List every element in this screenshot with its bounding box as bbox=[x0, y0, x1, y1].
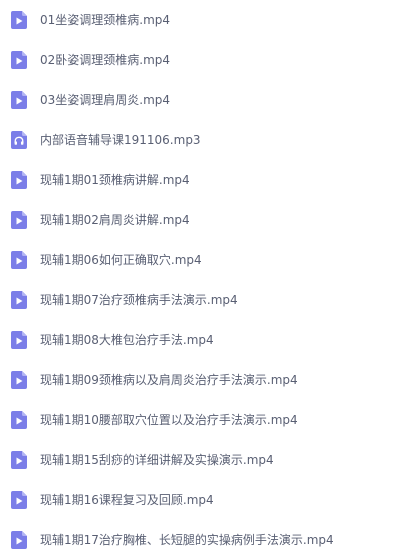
video-file-icon bbox=[11, 411, 27, 429]
file-row[interactable]: 现辅1期15刮痧的详细讲解及实操演示.mp4 bbox=[0, 440, 420, 480]
file-row[interactable]: 现辅1期01颈椎病讲解.mp4 bbox=[0, 160, 420, 200]
video-file-icon bbox=[11, 331, 27, 349]
file-name: 现辅1期17治疗胸椎、长短腿的实操病例手法演示.mp4 bbox=[40, 533, 334, 547]
file-row[interactable]: 现辅1期10腰部取穴位置以及治疗手法演示.mp4 bbox=[0, 400, 420, 440]
file-row[interactable]: 现辅1期09颈椎病以及肩周炎治疗手法演示.mp4 bbox=[0, 360, 420, 400]
file-name: 02卧姿调理颈椎病.mp4 bbox=[40, 53, 171, 67]
video-file-icon bbox=[11, 211, 27, 229]
video-file-icon bbox=[11, 171, 27, 189]
file-name: 现辅1期16课程复习及回顾.mp4 bbox=[40, 493, 214, 507]
file-name: 现辅1期15刮痧的详细讲解及实操演示.mp4 bbox=[40, 453, 274, 467]
file-row[interactable]: 现辅1期16课程复习及回顾.mp4 bbox=[0, 480, 420, 520]
file-row[interactable]: 内部语音辅导课191106.mp3 bbox=[0, 120, 420, 160]
file-row[interactable]: 现辅1期02肩周炎讲解.mp4 bbox=[0, 200, 420, 240]
file-row[interactable]: 01坐姿调理颈椎病.mp4 bbox=[0, 0, 420, 40]
file-row[interactable]: 现辅1期07治疗颈椎病手法演示.mp4 bbox=[0, 280, 420, 320]
file-row[interactable]: 现辅1期17治疗胸椎、长短腿的实操病例手法演示.mp4 bbox=[0, 520, 420, 560]
file-name: 现辅1期08大椎包治疗手法.mp4 bbox=[40, 333, 214, 347]
file-name: 内部语音辅导课191106.mp3 bbox=[40, 133, 201, 147]
file-row[interactable]: 现辅1期08大椎包治疗手法.mp4 bbox=[0, 320, 420, 360]
video-file-icon bbox=[11, 451, 27, 469]
file-list: 01坐姿调理颈椎病.mp4 02卧姿调理颈椎病.mp4 03坐姿调理肩周炎.mp… bbox=[0, 0, 420, 553]
file-name: 现辅1期07治疗颈椎病手法演示.mp4 bbox=[40, 293, 238, 307]
file-name: 现辅1期09颈椎病以及肩周炎治疗手法演示.mp4 bbox=[40, 373, 298, 387]
video-file-icon bbox=[11, 91, 27, 109]
file-row[interactable]: 02卧姿调理颈椎病.mp4 bbox=[0, 40, 420, 80]
file-name: 现辅1期06如何正确取穴.mp4 bbox=[40, 253, 202, 267]
audio-file-icon bbox=[11, 131, 27, 149]
video-file-icon bbox=[11, 491, 27, 509]
file-name: 01坐姿调理颈椎病.mp4 bbox=[40, 13, 171, 27]
file-name: 03坐姿调理肩周炎.mp4 bbox=[40, 93, 171, 107]
video-file-icon bbox=[11, 531, 27, 549]
file-row[interactable]: 现辅1期06如何正确取穴.mp4 bbox=[0, 240, 420, 280]
video-file-icon bbox=[11, 51, 27, 69]
file-name: 现辅1期10腰部取穴位置以及治疗手法演示.mp4 bbox=[40, 413, 298, 427]
video-file-icon bbox=[11, 251, 27, 269]
file-row[interactable]: 03坐姿调理肩周炎.mp4 bbox=[0, 80, 420, 120]
video-file-icon bbox=[11, 11, 27, 29]
video-file-icon bbox=[11, 371, 27, 389]
video-file-icon bbox=[11, 291, 27, 309]
file-name: 现辅1期02肩周炎讲解.mp4 bbox=[40, 213, 190, 227]
file-name: 现辅1期01颈椎病讲解.mp4 bbox=[40, 173, 190, 187]
